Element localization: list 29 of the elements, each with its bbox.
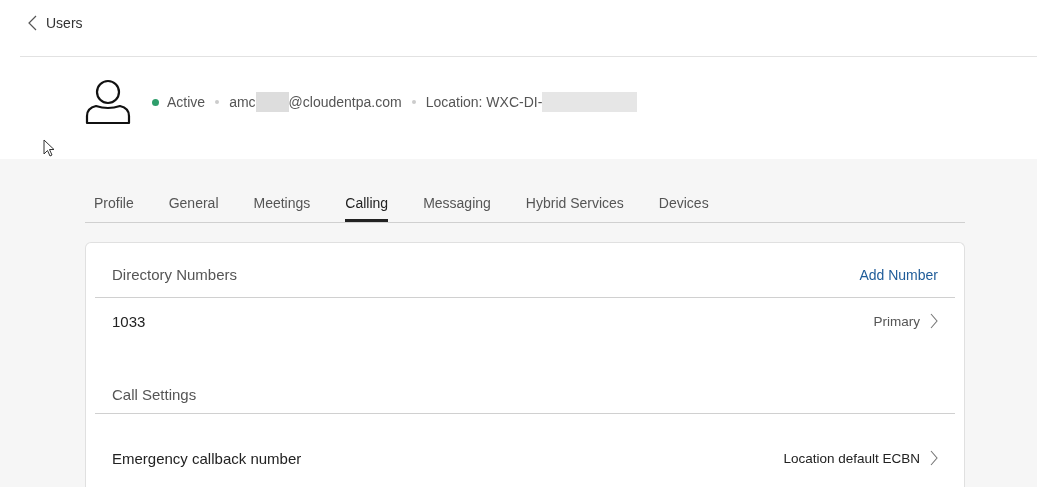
back-chevron-icon — [28, 15, 37, 31]
redaction-bar — [255, 92, 289, 112]
back-link[interactable]: Users — [28, 15, 83, 31]
status-label: Active — [167, 94, 206, 110]
separator-dot — [215, 100, 220, 104]
tab[interactable]: Profile — [94, 195, 134, 222]
tab[interactable]: Devices — [658, 195, 709, 222]
separator-dot — [411, 100, 416, 104]
mouse-pointer-icon — [43, 139, 55, 157]
number-row[interactable]: 1033 Primary — [95, 298, 955, 344]
email-start: amc — [229, 94, 256, 110]
setting-label: Emergency callback number — [112, 449, 302, 467]
add-number-link[interactable]: Add Number — [859, 266, 938, 283]
tab[interactable]: Meetings — [253, 195, 311, 222]
user-avatar-icon — [84, 79, 132, 125]
setting-row[interactable]: Emergency callback number Location default ECBN — [95, 414, 955, 487]
chevron-right-icon — [930, 450, 938, 466]
location-label: Location: WXC-DI- — [425, 94, 543, 110]
directory-number: 1033 — [112, 312, 146, 330]
section-title: Call Settings — [112, 386, 197, 403]
row-value: Primary — [873, 313, 920, 329]
row-value: Location default ECBN — [783, 450, 920, 466]
tab[interactable]: Messaging — [423, 195, 491, 222]
email-end: @cloudentpa.com — [288, 94, 402, 110]
tab[interactable]: Hybrid Services — [525, 195, 624, 222]
tab[interactable]: General — [168, 195, 219, 222]
section-title: Directory Numbers — [112, 266, 238, 283]
chevron-right-icon — [930, 313, 938, 329]
tab[interactable]: Calling — [345, 195, 389, 222]
